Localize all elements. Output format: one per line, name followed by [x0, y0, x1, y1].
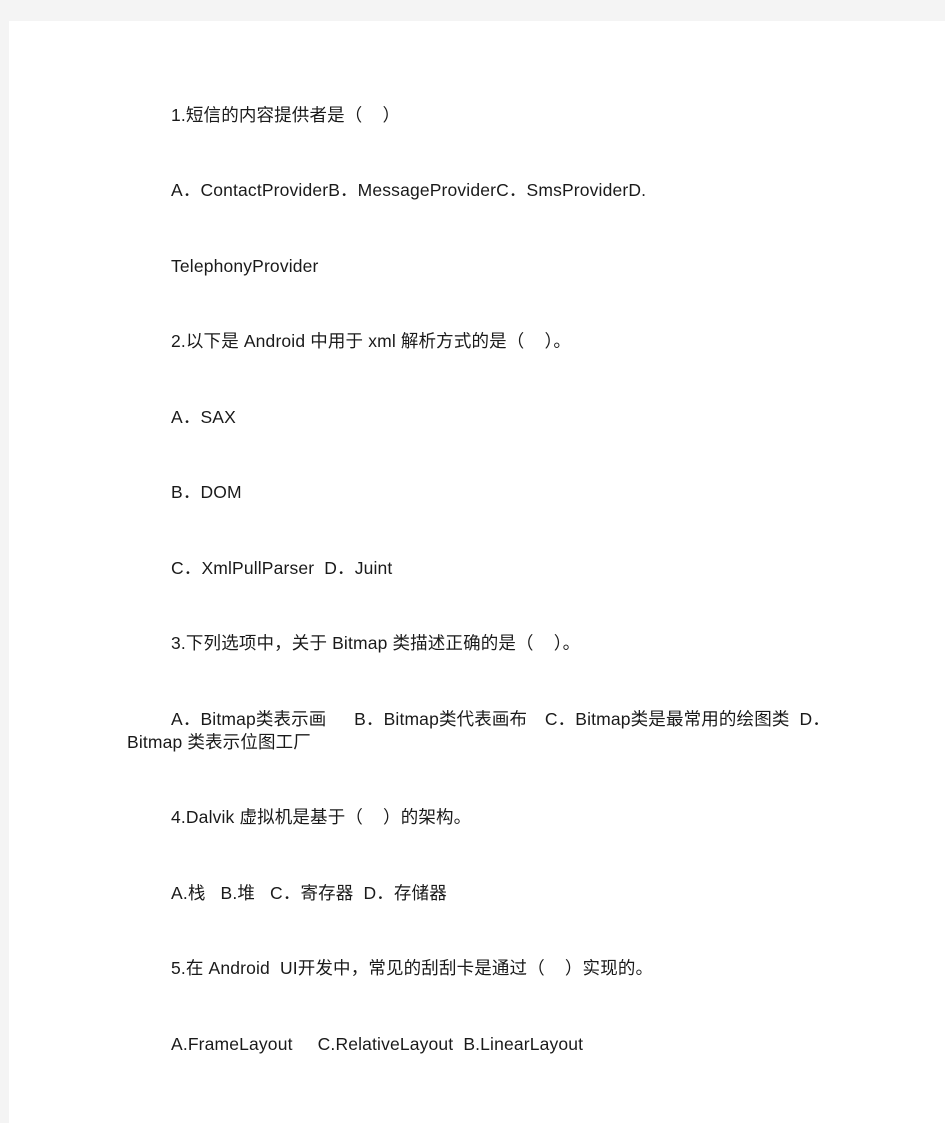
question-5-options: A.FrameLayout C.RelativeLayout B.LinearL…	[171, 1033, 584, 1054]
document-page: 1.短信的内容提供者是（ ） A．ContactProviderB．Messag…	[9, 21, 945, 1123]
question-1-options-continued: TelephonyProvider	[171, 255, 319, 276]
question-3-options: A．Bitmap类表示画 B．Bitmap类代表画布 C．Bitmap类是最常用…	[127, 708, 830, 752]
question-2-option-cd: C．XmlPullParser D．Juint	[171, 557, 393, 578]
question-4-stem: 4.Dalvik 虚拟机是基于（ ）的架构。	[171, 807, 472, 828]
question-2-option-b: B．DOM	[171, 482, 242, 503]
question-1-options: A．ContactProviderB．MessageProviderC．SmsP…	[171, 180, 647, 201]
question-5-stem: 5.在 Android UI开发中，常见的刮刮卡是通过（ ）实现的。	[171, 958, 654, 979]
question-2-option-a: A．SAX	[171, 406, 236, 427]
question-1-stem: 1.短信的内容提供者是（ ）	[171, 105, 401, 125]
question-4-options: A.栈 B.堆 C．寄存器 D．存储器	[171, 882, 447, 903]
question-3-stem: 3.下列选项中，关于 Bitmap 类描述正确的是（ ）。	[171, 633, 581, 654]
question-2-stem: 2.以下是 Android 中用于 xml 解析方式的是（ ）。	[171, 331, 572, 352]
document-body: 1.短信的内容提供者是（ ） A．ContactProviderB．Messag…	[127, 104, 843, 1056]
